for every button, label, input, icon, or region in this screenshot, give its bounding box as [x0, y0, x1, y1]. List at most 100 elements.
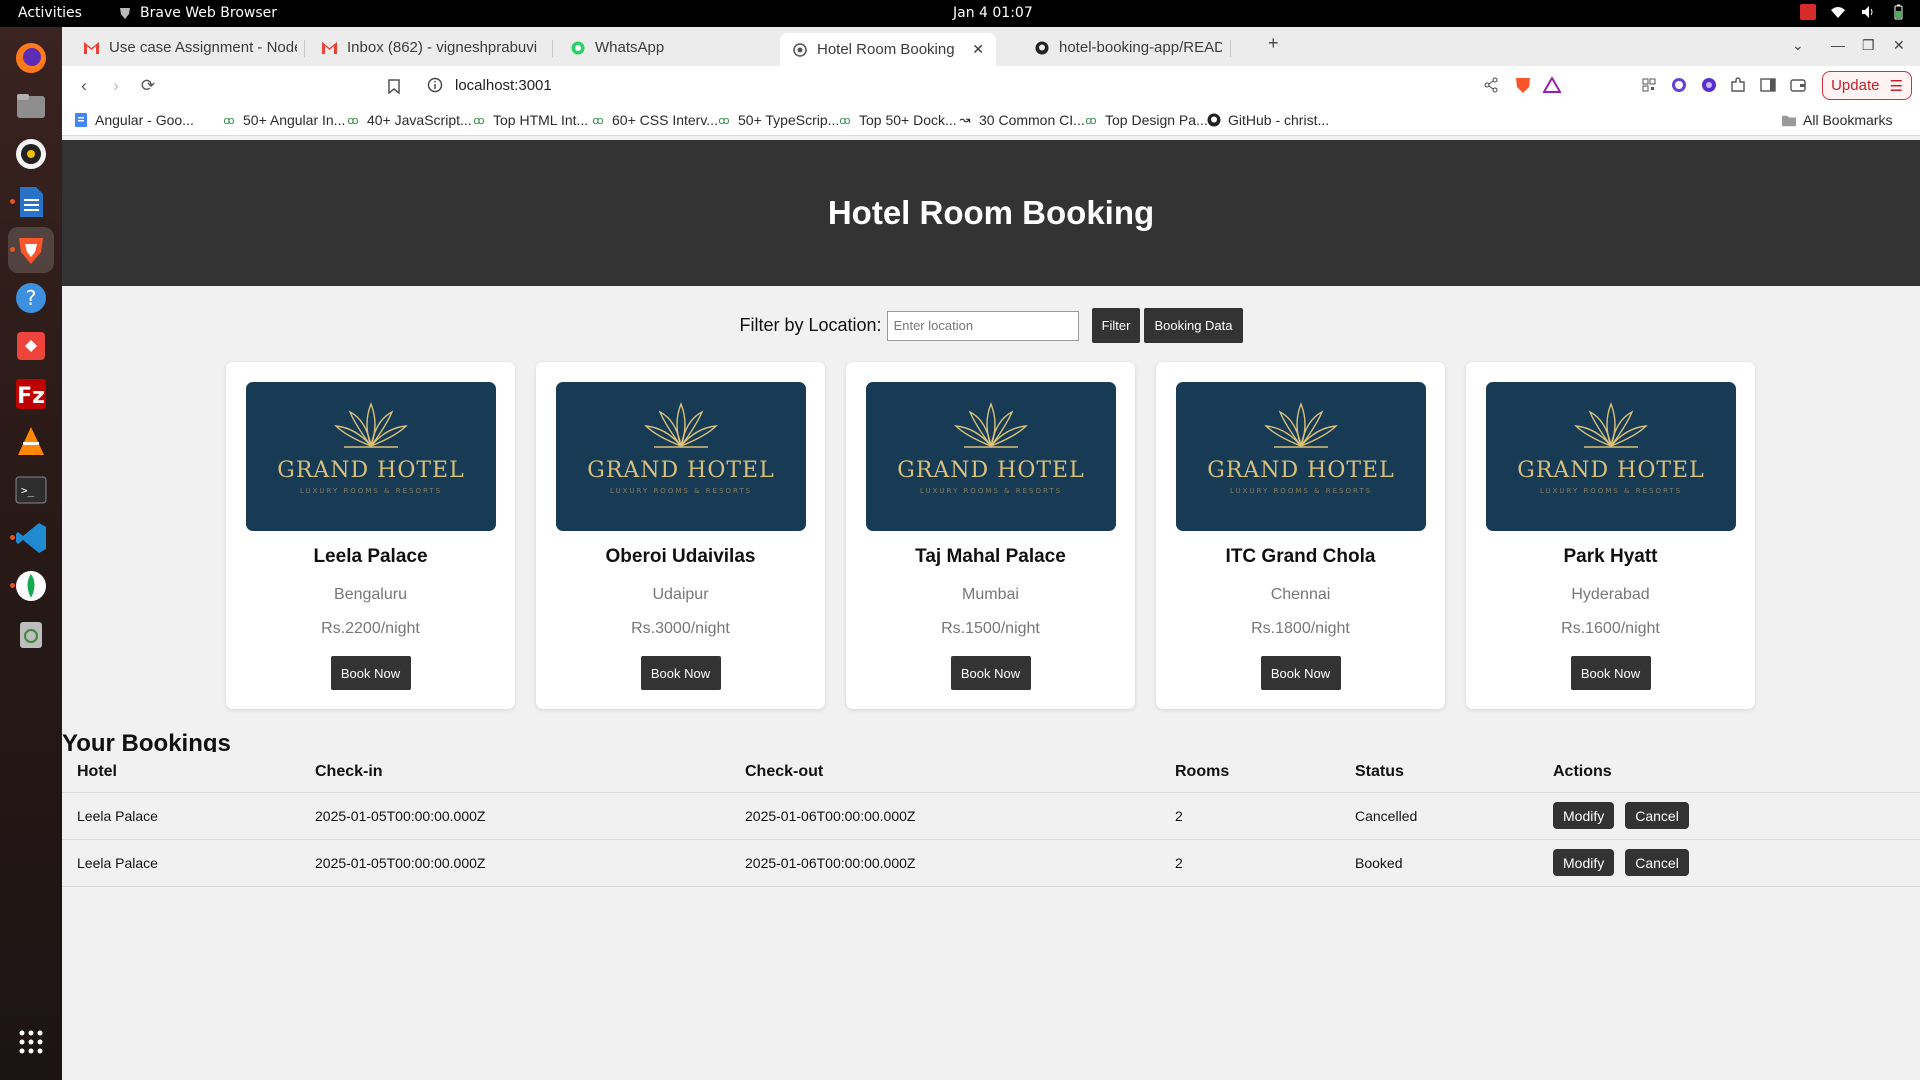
bookmark-github[interactable]: GitHub - christ...	[1207, 112, 1329, 128]
tab-hotel-room-booking[interactable]: Hotel Room Booking ✕	[780, 33, 996, 66]
booking-data-button[interactable]: Booking Data	[1144, 308, 1243, 343]
column-header-rooms: Rooms	[1160, 752, 1340, 793]
clock[interactable]: Jan 4 01:07	[953, 5, 1033, 21]
restore-icon[interactable]: ❐	[1862, 37, 1875, 54]
book-now-button[interactable]: Book Now	[640, 656, 721, 690]
filter-button[interactable]: Filter	[1091, 308, 1141, 343]
bookmark-ci[interactable]: ↝ 30 Common CI...	[958, 112, 1085, 128]
hotel-image-tagline: LUXURY ROOMS & RESORTS	[609, 487, 753, 495]
back-icon[interactable]: ‹	[74, 76, 94, 96]
bookmark-icon[interactable]	[384, 76, 404, 96]
tab-search-chevron-icon[interactable]: ⌄	[1792, 37, 1804, 54]
system-tray[interactable]	[1800, 4, 1906, 20]
new-tab-icon[interactable]: +	[1268, 33, 1279, 54]
lotus-logo-icon	[334, 402, 408, 449]
tab-github-readme[interactable]: hotel-booking-app/README	[1022, 33, 1222, 62]
svg-text:Fz: Fz	[17, 384, 45, 409]
tab-inbox[interactable]: Inbox (862) - vigneshprabuvi	[310, 33, 545, 62]
booking-actions: Modify Cancel	[1538, 839, 1920, 887]
globe-icon	[792, 42, 807, 57]
modify-button[interactable]: Modify	[1553, 849, 1615, 876]
bookmark-angular-interview[interactable]: ꝏ 50+ Angular In...	[222, 112, 345, 128]
url-text: localhost:3001	[455, 77, 552, 94]
table-header-row: Hotel Check-in Check-out Rooms Status Ac…	[62, 752, 1920, 793]
page-header: Hotel Room Booking	[62, 140, 1920, 286]
tab-title: WhatsApp	[595, 39, 665, 56]
hotel-image: GRAND HOTEL LUXURY ROOMS & RESORTS	[556, 382, 806, 531]
minimize-icon[interactable]: —	[1831, 37, 1845, 53]
hotel-location: Bengaluru	[334, 586, 407, 603]
folder-icon	[1782, 113, 1796, 127]
brave-shields-icon[interactable]	[1515, 76, 1531, 98]
firefox-icon[interactable]	[8, 35, 54, 81]
book-now-button[interactable]: Book Now	[330, 656, 411, 690]
book-now-button[interactable]: Book Now	[1260, 656, 1341, 690]
hotel-name: ITC Grand Chola	[1225, 546, 1376, 567]
extension-purple-icon[interactable]	[1700, 76, 1718, 94]
hotel-card: GRAND HOTEL LUXURY ROOMS & RESORTS Taj M…	[846, 362, 1135, 709]
qr-icon[interactable]	[1640, 76, 1658, 94]
reload-icon[interactable]: ⟳	[138, 76, 158, 96]
bookmark-css[interactable]: ꝏ 60+ CSS Interv...	[591, 112, 718, 128]
bookmark-html[interactable]: ꝏ Top HTML Int...	[472, 112, 588, 128]
sidebar-icon[interactable]	[1759, 76, 1777, 94]
update-button[interactable]: Update ☰	[1822, 71, 1912, 100]
hotel-image-brand: GRAND HOTEL	[277, 458, 465, 483]
app-menu[interactable]: Brave Web Browser	[118, 5, 277, 21]
extensions-puzzle-icon[interactable]	[1729, 76, 1747, 94]
terminal-icon[interactable]: >_	[8, 467, 54, 513]
brave-lion-icon	[120, 8, 130, 19]
help-icon[interactable]: ?	[8, 275, 54, 321]
booking-hotel: Leela Palace	[62, 839, 300, 887]
hotel-location: Udaipur	[652, 586, 709, 603]
share-icon[interactable]	[1483, 77, 1499, 97]
hotel-card: GRAND HOTEL LUXURY ROOMS & RESORTS Obero…	[536, 362, 825, 709]
hotel-image-tagline: LUXURY ROOMS & RESORTS	[1229, 487, 1373, 495]
wallet-icon[interactable]	[1789, 76, 1807, 94]
site-info-icon[interactable]	[427, 77, 443, 97]
whatsapp-icon	[570, 40, 585, 55]
cancel-button[interactable]: Cancel	[1625, 849, 1689, 876]
bookmark-typescript[interactable]: ꝏ 50+ TypeScrip...	[717, 112, 839, 128]
close-tab-icon[interactable]: ✕	[972, 41, 984, 58]
bookmark-design-patterns[interactable]: ꝏ Top Design Pa...	[1084, 112, 1207, 128]
vlc-icon[interactable]	[8, 419, 54, 465]
files-icon[interactable]	[8, 83, 54, 129]
brave-rewards-icon[interactable]	[1542, 75, 1562, 97]
forward-icon[interactable]: ›	[106, 76, 126, 96]
tab-use-case-assignment[interactable]: Use case Assignment - Node	[72, 33, 297, 62]
bookmark-javascript[interactable]: ꝏ 40+ JavaScript...	[346, 112, 471, 128]
tab-title: Inbox (862) - vigneshprabuvi	[347, 39, 538, 56]
close-window-icon[interactable]: ✕	[1893, 37, 1905, 54]
filezilla-icon[interactable]: Fz	[8, 371, 54, 417]
book-now-button[interactable]: Book Now	[950, 656, 1031, 690]
all-bookmarks[interactable]: All Bookmarks	[1782, 112, 1892, 128]
book-now-button[interactable]: Book Now	[1570, 656, 1651, 690]
cancel-button[interactable]: Cancel	[1625, 802, 1689, 829]
hotel-name: Park Hyatt	[1563, 546, 1658, 567]
activities-button[interactable]: Activities	[18, 5, 82, 21]
bookmark-angular[interactable]: Angular - Goo...	[74, 112, 194, 128]
vscode-icon[interactable]	[8, 515, 54, 561]
tab-whatsapp[interactable]: WhatsApp	[558, 33, 738, 62]
svg-text:?: ?	[26, 286, 37, 310]
hotel-image-brand: GRAND HOTEL	[1207, 458, 1395, 483]
brave-icon[interactable]	[8, 227, 54, 273]
gfg-icon: ꝏ	[718, 114, 730, 127]
trash-icon[interactable]	[8, 611, 54, 657]
bookmark-docker[interactable]: ꝏ Top 50+ Dock...	[838, 112, 956, 128]
column-header-actions: Actions	[1538, 752, 1920, 793]
booking-rooms: 2	[1160, 839, 1340, 887]
lotus-logo-icon	[1574, 402, 1648, 449]
battery-icon	[1894, 4, 1903, 20]
rhythmbox-icon[interactable]	[8, 131, 54, 177]
anydesk-icon[interactable]	[8, 323, 54, 369]
booking-rooms: 2	[1160, 792, 1340, 840]
writer-icon[interactable]	[8, 179, 54, 225]
extension-color-icon[interactable]	[1670, 76, 1688, 94]
address-bar[interactable]: localhost:3001	[417, 71, 1562, 100]
mongodb-compass-icon[interactable]	[8, 563, 54, 609]
location-input[interactable]	[886, 310, 1079, 341]
modify-button[interactable]: Modify	[1553, 802, 1615, 829]
show-apps-icon[interactable]	[8, 1019, 54, 1065]
